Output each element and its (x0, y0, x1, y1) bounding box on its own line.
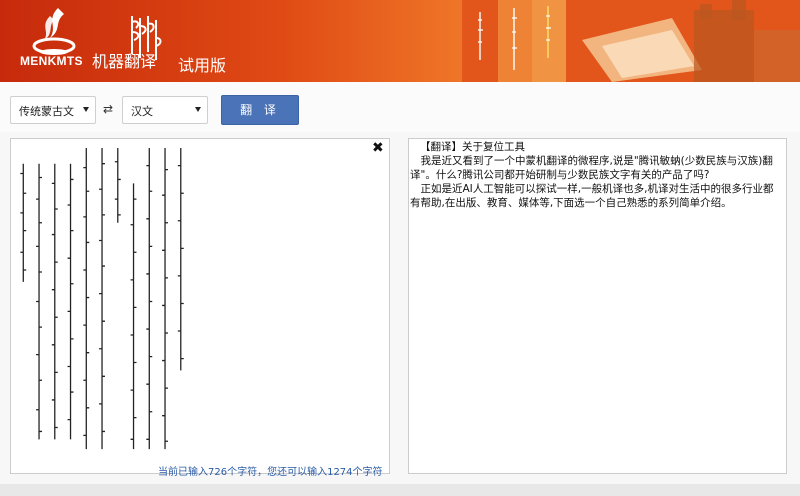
translation-line: 我是近又看到了一个中蒙机翻译的微程序,说是"腾讯敏蚋(少数民族与汉族)翻译"。什… (410, 155, 773, 181)
header-artwork (462, 0, 800, 82)
source-language-select[interactable]: 传统蒙古文 (10, 96, 96, 124)
translation-line: 【翻译】关于复位工具 (420, 141, 525, 153)
chevron-down-icon (195, 107, 201, 112)
translation-line: 正如是近AI人工智能可以探试一样,一般机译也多,机译对生活中的很多行业都有帮助,… (410, 183, 774, 209)
footer-bar (0, 484, 800, 496)
character-counter: 当前已输入726个字符，您还可以输入1274个字符 (158, 467, 383, 478)
translation-text: 【翻译】关于复位工具 我是近又看到了一个中蒙机翻译的微程序,说是"腾讯敏蚋(少数… (410, 140, 782, 210)
target-language-value: 汉文 (131, 105, 153, 118)
header-banner: MENKMTS 机器翻译 试用版 (0, 0, 800, 82)
logo-text: MENKMTS (20, 54, 83, 68)
target-language-select[interactable]: 汉文 (122, 96, 208, 124)
chevron-down-icon (83, 107, 89, 112)
translate-button[interactable]: 翻 译 (221, 95, 299, 125)
toolbar (0, 82, 800, 132)
clear-input-icon[interactable]: ✖ (372, 140, 384, 156)
swap-languages-icon[interactable]: ⇄ (103, 102, 113, 116)
trial-label: 试用版 (178, 56, 227, 75)
mongolian-source-text (20, 147, 184, 450)
source-language-value: 传统蒙古文 (19, 105, 74, 118)
menk-logo-icon (32, 8, 76, 55)
brand-label: 机器翻译 (92, 52, 157, 71)
